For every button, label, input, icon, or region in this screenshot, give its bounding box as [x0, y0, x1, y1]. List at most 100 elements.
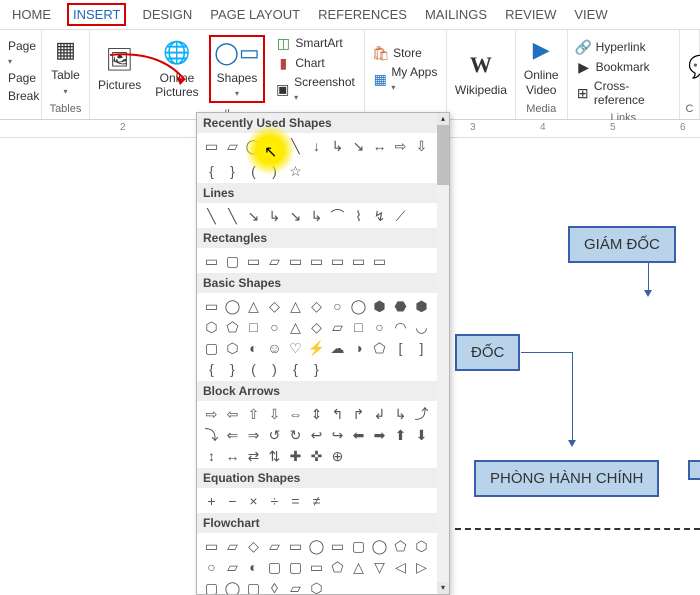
shape-item[interactable]: ☁	[329, 339, 346, 356]
shape-item[interactable]: ▭	[329, 537, 346, 554]
shape-item[interactable]: ↘	[287, 207, 304, 224]
shape-item[interactable]: △	[287, 297, 304, 314]
shape-item[interactable]: ◐	[245, 339, 262, 356]
shape-item[interactable]: ○	[203, 558, 220, 575]
shape-item[interactable]: ↺	[266, 426, 283, 443]
org-box-doc[interactable]: ĐỐC	[455, 334, 520, 371]
shape-item[interactable]: ▭	[203, 297, 220, 314]
shape-item[interactable]: ↘	[350, 137, 367, 154]
shape-item[interactable]: ➡	[371, 426, 388, 443]
shape-item[interactable]: ⇧	[245, 405, 262, 422]
shape-item[interactable]: ⇕	[308, 405, 325, 422]
shape-item[interactable]: □	[245, 318, 262, 335]
shape-item[interactable]: ◡	[413, 318, 430, 335]
shape-item[interactable]: ▢	[287, 558, 304, 575]
org-box-phong[interactable]: PHÒNG HÀNH CHÍNH	[474, 460, 659, 497]
shape-item[interactable]: +	[203, 492, 220, 509]
shape-item[interactable]: ◯	[371, 537, 388, 554]
online-video-button[interactable]: ▶ Online Video	[520, 34, 563, 99]
tab-page-layout[interactable]: PAGE LAYOUT	[208, 5, 302, 24]
shape-item[interactable]: ↘	[245, 207, 262, 224]
shape-item[interactable]: ⇨	[392, 137, 409, 154]
shape-item[interactable]: ⬠	[371, 339, 388, 356]
shape-item[interactable]: ◁	[392, 558, 409, 575]
page-button[interactable]: Page	[6, 38, 35, 68]
my-apps-button[interactable]: ▦My Apps	[371, 64, 440, 94]
shape-item[interactable]: ◇	[308, 297, 325, 314]
shape-item[interactable]: ↔	[224, 447, 241, 464]
shape-item[interactable]: ⌇	[350, 207, 367, 224]
shape-item[interactable]: ◇	[245, 537, 262, 554]
shape-item[interactable]: ◊	[266, 579, 283, 595]
shape-item[interactable]: ▢	[266, 558, 283, 575]
shape-item[interactable]: ◠	[392, 318, 409, 335]
shape-item[interactable]: ▭	[350, 252, 367, 269]
tab-design[interactable]: DESIGN	[140, 5, 194, 24]
store-button[interactable]: 🛍Store	[371, 44, 440, 62]
shape-item[interactable]: ◇	[266, 297, 283, 314]
page-break-button[interactable]: Page	[6, 70, 35, 86]
shape-item[interactable]: ⇔	[287, 405, 304, 422]
shape-item[interactable]: ▭	[329, 252, 346, 269]
shape-item[interactable]: ⟋	[392, 207, 409, 224]
shape-item[interactable]: −	[224, 492, 241, 509]
shape-item[interactable]: ▭	[287, 537, 304, 554]
shape-item[interactable]: ⊕	[329, 447, 346, 464]
tab-insert[interactable]: INSERT	[67, 3, 126, 26]
pictures-button[interactable]: 🖼 Pictures	[94, 44, 145, 94]
shape-item[interactable]: }	[224, 162, 241, 179]
shape-item[interactable]: ○	[371, 318, 388, 335]
shape-item[interactable]: ↳	[266, 207, 283, 224]
shape-item[interactable]: ◑	[350, 339, 367, 356]
shape-item[interactable]: ⤵	[203, 426, 220, 443]
shape-item[interactable]: ⬡	[308, 579, 325, 595]
shape-item[interactable]: ⇒	[245, 426, 262, 443]
shape-item[interactable]: ▱	[266, 537, 283, 554]
shape-item[interactable]: ⬡	[413, 537, 430, 554]
org-box-giamdoc[interactable]: GIÁM ĐỐC	[568, 226, 676, 263]
shape-item[interactable]: ▢	[350, 537, 367, 554]
shape-item[interactable]: ⚡	[308, 339, 325, 356]
shape-item[interactable]: [	[392, 339, 409, 356]
shape-item[interactable]: )	[266, 162, 283, 179]
shape-item[interactable]: ▱	[224, 558, 241, 575]
shapes-panel-scrollbar[interactable]: ▴ ▾	[437, 113, 449, 594]
shape-item[interactable]: ↳	[392, 405, 409, 422]
shape-item[interactable]: ▱	[329, 318, 346, 335]
shape-item[interactable]: ↳	[329, 137, 346, 154]
page-break-button2[interactable]: Break	[6, 88, 35, 104]
shape-item[interactable]: {	[203, 360, 220, 377]
shape-item[interactable]: ▭	[308, 252, 325, 269]
shape-item[interactable]: ◯	[308, 537, 325, 554]
shape-item[interactable]: ↪	[329, 426, 346, 443]
shape-item[interactable]: ⇄	[245, 447, 262, 464]
shape-item[interactable]: ⬡	[224, 339, 241, 356]
shape-item[interactable]: ♡	[287, 339, 304, 356]
shape-item[interactable]: △	[266, 137, 283, 154]
shape-item[interactable]: ⤴	[413, 405, 430, 422]
shape-item[interactable]: ×	[245, 492, 262, 509]
wikipedia-button[interactable]: W Wikipedia	[451, 49, 511, 99]
shape-item[interactable]: △	[287, 318, 304, 335]
shape-item[interactable]: ↩	[308, 426, 325, 443]
smartart-button[interactable]: ◫SmartArt	[273, 34, 358, 52]
shape-item[interactable]: =	[287, 492, 304, 509]
shape-item[interactable]: ⇩	[266, 405, 283, 422]
shape-item[interactable]: ⬇	[413, 426, 430, 443]
shape-item[interactable]: ▭	[308, 558, 325, 575]
shape-item[interactable]: ↻	[287, 426, 304, 443]
shape-item[interactable]: ↕	[203, 447, 220, 464]
shape-item[interactable]: ○	[266, 318, 283, 335]
scroll-thumb[interactable]	[437, 125, 449, 185]
shape-item[interactable]: □	[350, 318, 367, 335]
shape-item[interactable]: }	[308, 360, 325, 377]
shape-item[interactable]: ▱	[287, 579, 304, 595]
tab-mailings[interactable]: MAILINGS	[423, 5, 489, 24]
shape-item[interactable]: ⇅	[266, 447, 283, 464]
document-canvas[interactable]: Recently Used Shapes ▭▱◯△╲↓↳↘↔⇨⇩ {}()☆ L…	[0, 138, 700, 591]
shape-item[interactable]: ⬢	[371, 297, 388, 314]
shape-item[interactable]: ✜	[308, 447, 325, 464]
shape-item[interactable]: ▢	[245, 579, 262, 595]
shape-item[interactable]: ⇩	[413, 137, 430, 154]
shape-item[interactable]: ◯	[350, 297, 367, 314]
